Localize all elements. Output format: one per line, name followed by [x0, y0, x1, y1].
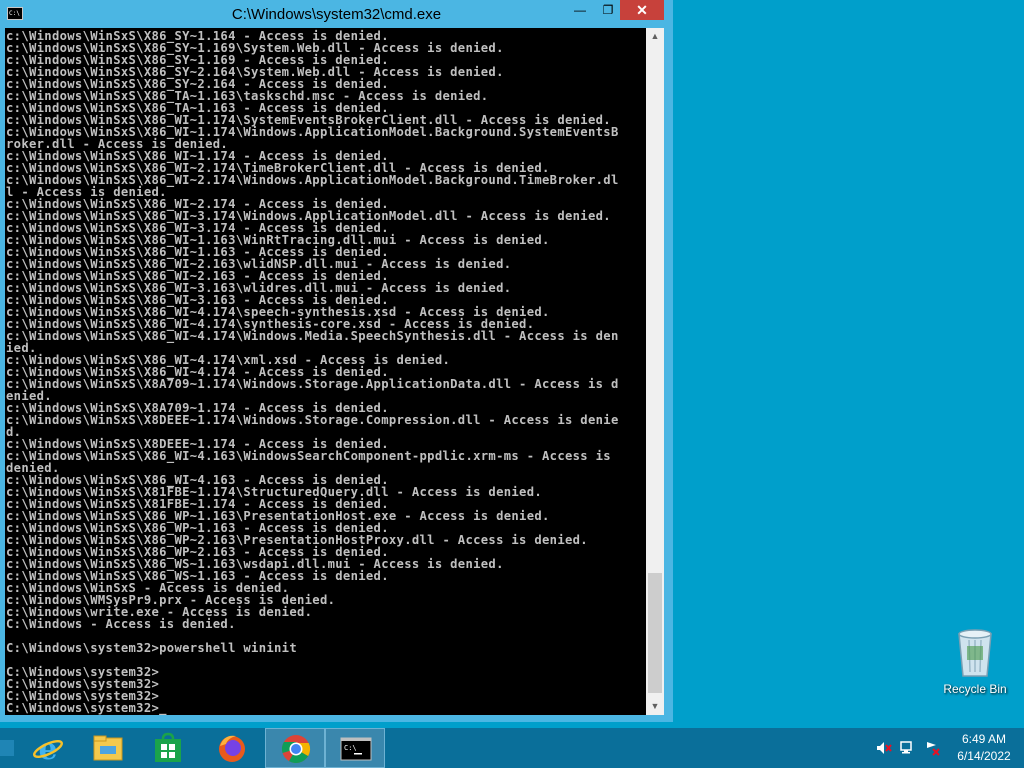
vertical-scrollbar[interactable]: ▲ ▼ — [646, 28, 664, 715]
system-tray: 6:49 AM 6/14/2022 — [864, 728, 1024, 768]
svg-text:C:\: C:\ — [344, 744, 357, 752]
cmd-window[interactable]: C:\ C:\Windows\system32\cmd.exe — ❐ ✕ c:… — [0, 0, 673, 722]
scroll-thumb[interactable] — [648, 573, 662, 693]
taskbar-firefox[interactable] — [202, 728, 262, 768]
console-line: c:\Windows\WinSxS\X8A709~1.174\Windows.S… — [6, 377, 619, 391]
maximize-button[interactable]: ❐ — [594, 0, 622, 20]
action-center-icon[interactable] — [924, 740, 940, 756]
taskbar: e C:\ 6:49 AM 6/14/2022 — [0, 728, 1024, 768]
scroll-down-button[interactable]: ▼ — [646, 698, 664, 715]
recycle-bin-label: Recycle Bin — [943, 682, 1007, 696]
taskbar-store[interactable] — [138, 728, 198, 768]
taskbar-internet-explorer[interactable]: e — [18, 728, 78, 768]
firefox-icon — [219, 735, 245, 762]
console-line: C:\Windows\system32>powershell wininit — [6, 641, 297, 655]
taskbar-file-explorer[interactable] — [78, 728, 138, 768]
title-bar[interactable]: C:\ C:\Windows\system32\cmd.exe — ❐ ✕ — [0, 0, 673, 28]
console-line: C:\Windows\system32>_ — [6, 701, 167, 715]
console-text: c:\Windows\WinSxS\X86_SY~1.164 - Access … — [5, 28, 646, 714]
recycle-bin[interactable]: Recycle Bin — [936, 628, 1014, 708]
close-button[interactable]: ✕ — [620, 0, 664, 20]
command-prompt-icon: C:\ — [340, 737, 372, 761]
chrome-icon — [281, 735, 311, 763]
console-line: c:\Windows\WinSxS\X86_WI~4.163\WindowsSe… — [6, 449, 611, 463]
console-output[interactable]: c:\Windows\WinSxS\X86_SY~1.164 - Access … — [5, 28, 646, 715]
store-icon — [155, 732, 181, 762]
console-line: c:\Windows\WinSxS\X8DEEE~1.174\Windows.S… — [6, 413, 619, 427]
network-icon[interactable] — [900, 740, 916, 756]
start-button[interactable] — [0, 740, 14, 756]
scroll-up-button[interactable]: ▲ — [646, 28, 664, 45]
minimize-button[interactable]: — — [566, 0, 594, 20]
taskbar-command-prompt[interactable]: C:\ — [325, 728, 385, 768]
taskbar-chrome[interactable] — [265, 728, 325, 768]
clock-time: 6:49 AM — [961, 732, 1007, 746]
file-explorer-icon — [93, 735, 123, 761]
clock[interactable]: 6:49 AM 6/14/2022 — [944, 731, 1024, 765]
clock-date: 6/14/2022 — [957, 749, 1011, 763]
internet-explorer-icon: e — [32, 732, 64, 764]
console-line: C:\Windows - Access is denied. — [6, 617, 236, 631]
recycle-bin-icon[interactable] — [936, 628, 1014, 678]
speaker-muted-icon[interactable] — [876, 740, 892, 756]
console-line: c:\Windows\WinSxS\X86_WI~4.174\Windows.M… — [6, 329, 619, 343]
